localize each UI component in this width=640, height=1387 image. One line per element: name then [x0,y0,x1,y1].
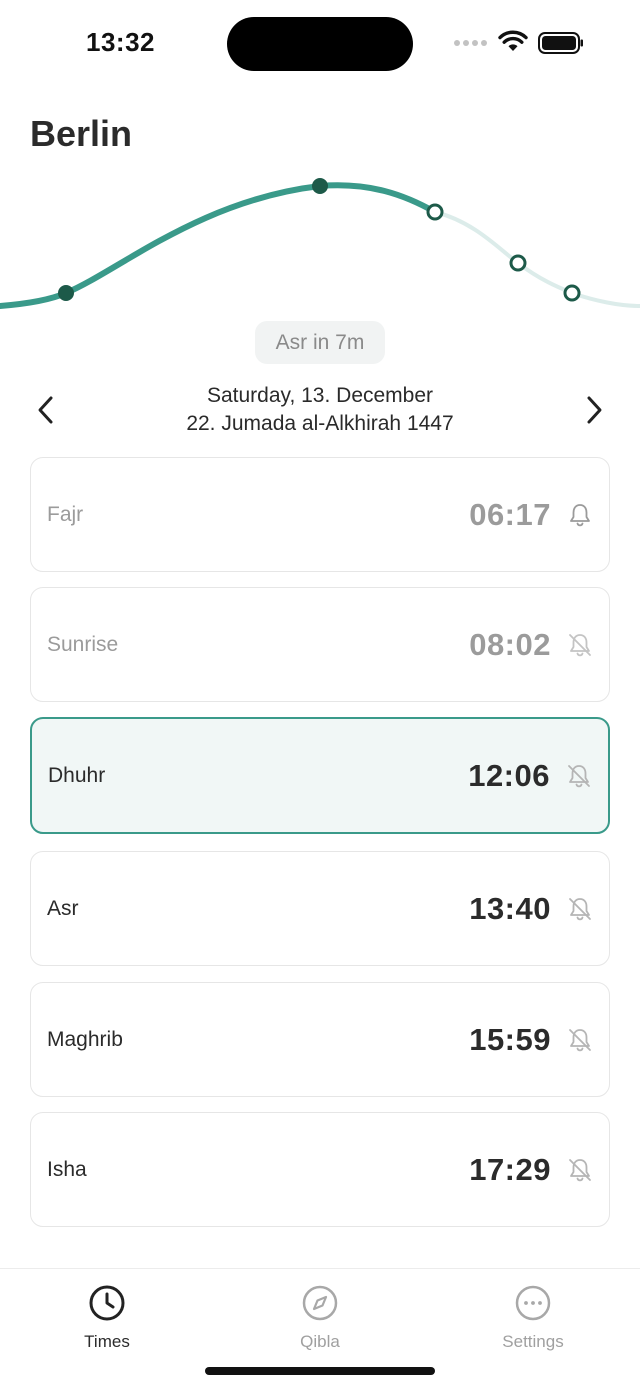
curve-point-asr [426,203,444,221]
wifi-icon [498,30,528,51]
bell-slash-icon [568,764,590,787]
notification-toggle[interactable] [566,719,592,832]
tab-label: Times [84,1332,130,1351]
bell-slash-icon [569,633,591,656]
prayer-card-isha[interactable]: Isha 17:29 [30,1112,610,1227]
date-display: Saturday, 13. December 22. Jumada al-Alk… [100,382,540,438]
dynamic-island [227,17,413,71]
prayer-time: 08:02 [469,626,551,662]
city-title: Berlin [30,113,133,154]
notification-toggle[interactable] [567,983,593,1096]
prayer-name: Fajr [47,502,84,526]
curve-point-fajr [58,285,74,301]
prayer-name: Asr [47,896,79,920]
prayer-card-sunrise[interactable]: Sunrise 08:02 [30,587,610,702]
tab-settings[interactable]: Settings [463,1283,603,1352]
bell-slash-icon [569,1158,591,1181]
signal-icon [454,40,487,46]
home-indicator [205,1367,435,1375]
tab-qibla[interactable]: Qibla [250,1283,390,1352]
prayer-time: 15:59 [469,1021,551,1057]
gregorian-date: Saturday, 13. December [206,384,434,407]
previous-day-button[interactable] [28,392,64,428]
next-day-button[interactable] [576,392,612,428]
prayer-name: Isha [47,1157,87,1181]
prayer-name: Dhuhr [48,763,106,787]
prayer-time: 17:29 [469,1151,551,1187]
status-time: 13:32 [86,27,155,57]
notification-toggle[interactable] [567,588,593,701]
bell-slash-icon [569,1028,591,1051]
notification-toggle[interactable] [567,458,593,571]
curve-future-segment [433,210,640,308]
tab-label: Qibla [300,1332,340,1351]
chevron-left-icon [38,396,53,424]
tab-times[interactable]: Times [37,1283,177,1352]
prayer-time: 13:40 [469,890,551,926]
prayer-card-dhuhr[interactable]: Dhuhr 12:06 [30,717,610,834]
notification-toggle[interactable] [567,852,593,965]
notification-toggle[interactable] [567,1113,593,1226]
prayer-card-asr[interactable]: Asr 13:40 [30,851,610,966]
bell-icon [570,503,590,526]
curve-point-maghrib [509,254,527,272]
curve-point-dhuhr [312,178,328,194]
prayer-card-fajr[interactable]: Fajr 06:17 [30,457,610,572]
status-bar: 13:32 [0,0,640,90]
prayer-card-maghrib[interactable]: Maghrib 15:59 [30,982,610,1097]
prayer-time: 06:17 [469,496,551,532]
next-prayer-countdown: Asr in 7m [255,321,385,364]
prayer-name: Maghrib [47,1027,123,1051]
hijri-date: 22. Jumada al-Alkhirah 1447 [186,412,454,435]
sun-position-curve [0,178,640,309]
prayer-time: 12:06 [468,757,550,793]
bell-slash-icon [569,897,591,920]
curve-point-isha [563,284,581,302]
battery-icon [538,32,583,54]
prayer-name: Sunrise [47,632,119,656]
clock-icon [89,1285,125,1321]
chevron-right-icon [587,396,602,424]
compass-icon [302,1285,338,1321]
ellipsis-circle-icon [515,1285,551,1321]
tab-label: Settings [502,1332,564,1351]
